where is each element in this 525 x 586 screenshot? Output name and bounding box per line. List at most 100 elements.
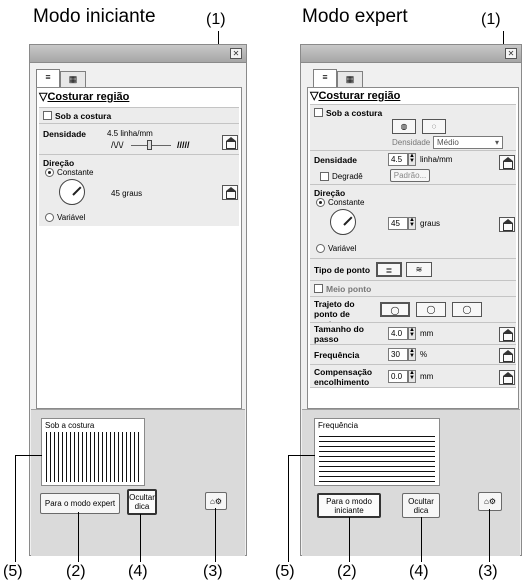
tamanho-spinner[interactable]: ▲ ▼ (408, 327, 416, 340)
callout-5-left-hook (15, 455, 42, 456)
meio-ponto-label: Meio ponto (326, 284, 372, 294)
stitch-path-2-button[interactable]: ◯ (416, 302, 446, 317)
callout-5-right-hook (288, 455, 315, 456)
constante-label: Constante (328, 198, 365, 207)
constante-radio[interactable] (45, 168, 54, 177)
callout-3-right-line (489, 509, 490, 562)
row-sob-costura: Sob a costura (39, 107, 239, 123)
right-heading: Modo expert (302, 6, 408, 27)
row-tipo-ponto: Tipo de ponto ≣ ≋ (310, 258, 516, 280)
callout-2-right: (2) (337, 563, 357, 580)
preview-horizontal-stitches (319, 432, 435, 482)
callout-4-left: (4) (128, 563, 148, 580)
save-defaults-icon[interactable]: ⌂⚙ (478, 492, 502, 511)
stitch-path-1-button[interactable]: ◯ (380, 302, 410, 317)
densidade-field[interactable]: 4.5 (388, 153, 408, 166)
default-reset-icon[interactable] (499, 217, 515, 232)
left-panel: ✕ ≡ ▦ ▽Costurar região Sob a costura Den… (29, 44, 247, 556)
hide-hint-button[interactable]: Ocultar dica (402, 493, 440, 518)
section-title: Costurar região (47, 91, 130, 103)
underlay-type-2-button[interactable]: ◌ (422, 119, 446, 134)
expert-mode-button[interactable]: Para o modo expert (40, 493, 120, 514)
stitch-type-2-button[interactable]: ≋ (406, 262, 432, 277)
callout-2-left: (2) (66, 563, 86, 580)
sob-costura-checkbox[interactable] (43, 111, 52, 120)
stitch-path-3-button[interactable]: ◯ (452, 302, 482, 317)
tab-properties[interactable]: ≡ (36, 69, 60, 87)
sob-costura-checkbox[interactable] (314, 108, 323, 117)
densidade-unit: linha/mm (420, 155, 453, 164)
degrade-checkbox[interactable] (320, 172, 329, 181)
densidade-label: Densidade (43, 129, 86, 139)
frequencia-spinner[interactable]: ▲ ▼ (408, 348, 416, 361)
tipo-ponto-label: Tipo de ponto (314, 265, 371, 275)
section-header[interactable]: ▽Costurar região (39, 90, 239, 107)
default-reset-icon[interactable] (499, 348, 515, 363)
sub-densidade-select[interactable]: Médio ▾ (433, 136, 503, 149)
tamanho-unit: mm (420, 329, 434, 338)
sob-costura-label: Sob a costura (55, 111, 112, 121)
left-heading: Modo iniciante (33, 6, 156, 27)
frequencia-field[interactable]: 30 (388, 348, 408, 361)
compensacao-spinner[interactable]: ▲ ▼ (408, 370, 416, 383)
row-densidade: Densidade 4.5 ▲ ▼ linha/mm Degradê Padrão… (310, 150, 516, 184)
tab-properties[interactable]: ≡ (313, 69, 337, 87)
save-defaults-icon[interactable]: ⌂⚙ (205, 492, 227, 510)
density-slider-thumb[interactable] (147, 140, 152, 150)
compensacao-field[interactable]: 0.0 (388, 370, 408, 383)
row-trajeto: Trajeto do ponto de costura ◯ ◯ ◯ (310, 296, 516, 329)
callout-3-left: (3) (203, 563, 223, 580)
callout-4-right-line (421, 517, 422, 562)
variavel-radio[interactable] (45, 213, 54, 222)
default-reset-icon[interactable] (222, 185, 238, 200)
left-preview-window: Sob a costura (41, 418, 145, 486)
underlay-type-1-button[interactable]: ◍ (392, 119, 416, 134)
densidade-label: Densidade (314, 155, 357, 165)
variavel-label: Variável (328, 244, 357, 253)
frequencia-label: Frequência (314, 350, 360, 360)
meio-ponto-checkbox[interactable] (314, 284, 323, 293)
sub-densidade-value: Médio (437, 138, 459, 147)
row-meio-ponto: Meio ponto (310, 280, 516, 296)
close-icon[interactable]: ✕ (505, 48, 517, 59)
sparse-zigzag-icon: /\/\/ (111, 140, 124, 150)
callout-4-right: (4) (409, 563, 429, 580)
default-reset-icon[interactable] (499, 370, 515, 385)
dense-zigzag-icon: ///// (177, 140, 190, 150)
sob-costura-label: Sob a costura (326, 108, 383, 118)
row-direcao: Direção Constante 45 ▲ ▼ graus Variável (310, 184, 516, 258)
default-reset-icon[interactable] (499, 155, 515, 170)
callout-3-right: (3) (478, 563, 498, 580)
default-reset-icon[interactable] (499, 327, 515, 342)
left-titlebar: ✕ (30, 45, 246, 63)
right-panel: ✕ ≡ ▦ ▽Costurar região Sob a costura ◍ ◌… (300, 44, 522, 556)
left-settings-area: ▽Costurar região Sob a costura Densidade… (36, 87, 242, 409)
variavel-radio[interactable] (316, 244, 325, 253)
row-sob-costura: Sob a costura ◍ ◌ Densidade Médio ▾ (310, 104, 516, 150)
constante-radio[interactable] (316, 198, 325, 207)
densidade-spinner[interactable]: ▲ ▼ (408, 153, 416, 166)
angle-spinner[interactable]: ▲ ▼ (408, 217, 416, 230)
section-title: Costurar região (318, 90, 401, 102)
close-icon[interactable]: ✕ (230, 48, 242, 59)
beginner-mode-button[interactable]: Para o modo iniciante (317, 493, 381, 518)
default-reset-icon[interactable] (222, 135, 238, 150)
hide-hint-button[interactable]: Ocultar dica (127, 489, 157, 515)
row-compensacao: Compensação encolhimento 0.0 ▲ ▼ mm (310, 364, 516, 388)
angle-field[interactable]: 45 (388, 217, 408, 230)
tab-pattern[interactable]: ▦ (337, 71, 363, 87)
densidade-value: 4.5 linha/mm (107, 129, 153, 138)
stitch-type-1-button[interactable]: ≣ (376, 262, 402, 277)
right-settings-area: ▽Costurar região Sob a costura ◍ ◌ Densi… (307, 87, 519, 409)
direction-dial[interactable] (330, 209, 356, 235)
row-direcao: Direção Constante 45 graus Variável (39, 154, 239, 226)
preview-vertical-stitches (46, 432, 140, 482)
tamanho-field[interactable]: 4.0 (388, 327, 408, 340)
padrao-button[interactable]: Padrão... (390, 169, 430, 182)
tamanho-label: Tamanho do passo (314, 324, 364, 344)
frequencia-unit: % (420, 350, 428, 359)
direction-dial[interactable] (59, 179, 85, 205)
callout-1-left: (1) (206, 11, 226, 28)
direcao-label: Direção (314, 188, 346, 198)
tab-pattern[interactable]: ▦ (60, 71, 86, 87)
